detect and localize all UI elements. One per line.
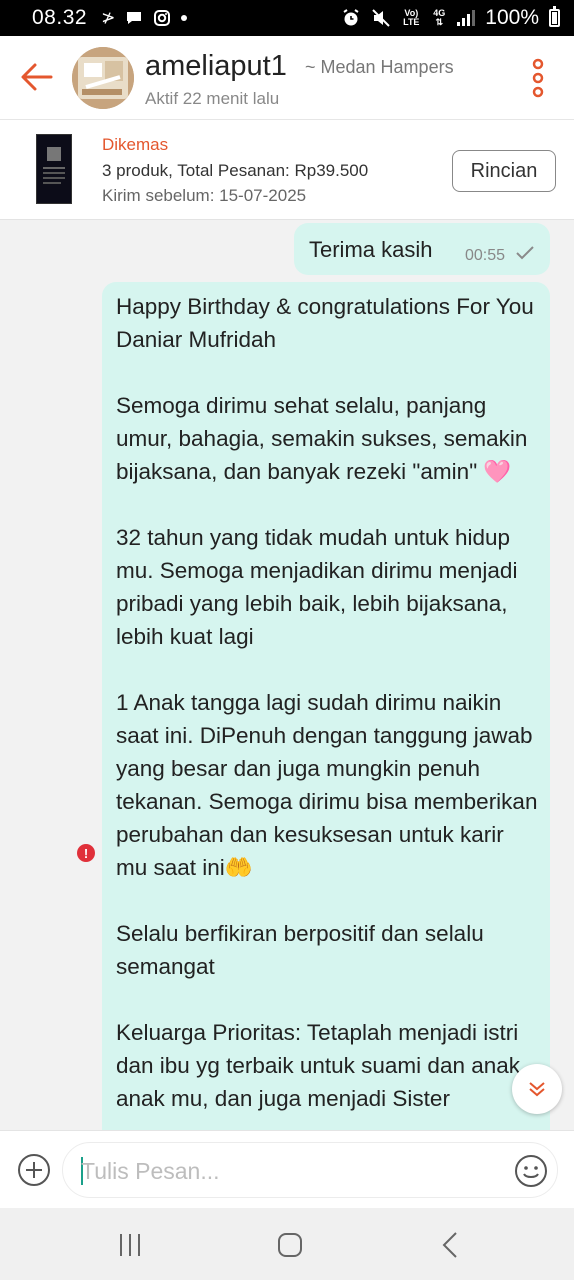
home-icon[interactable] (275, 1230, 305, 1260)
lte-indicator: Vo) LTE (401, 9, 421, 27)
shop-name[interactable]: ameliaput1 (145, 50, 287, 83)
add-attachment-icon[interactable] (16, 1152, 52, 1188)
emoji-icon[interactable] (513, 1153, 549, 1189)
mute-icon (372, 9, 390, 27)
message-time: 00:55 (465, 247, 506, 264)
product-thumbnail (36, 134, 72, 204)
details-button[interactable]: Rincian (452, 150, 556, 192)
more-options-icon[interactable] (528, 58, 548, 98)
status-bar: 08.32 ≯ Vo) LTE 4G ⇅ 100% (0, 0, 574, 36)
lte-label: Vo) LTE (403, 8, 420, 27)
notification-icons: ≯ (101, 7, 188, 28)
order-deadline: Kirim sebelum: 15-07-2025 (102, 186, 307, 205)
order-card[interactable]: Dikemas 3 produk, Total Pesanan: Rp39.50… (0, 120, 574, 220)
double-chevron-down-icon (529, 1082, 545, 1097)
chat-bubble-icon (127, 12, 142, 24)
data-transfer-icon: ≯ (101, 7, 116, 28)
system-nav-bar (0, 1208, 574, 1280)
hamper-photo-icon (72, 47, 134, 109)
status-time: 08.32 (32, 6, 88, 29)
battery-percent: 100% (485, 6, 539, 29)
signal-icon (457, 10, 476, 26)
recent-apps-icon[interactable] (115, 1230, 145, 1260)
alarm-icon (343, 9, 359, 26)
message-input-container (62, 1142, 558, 1198)
chat-header: ameliaput1 ~ Medan Hampers Aktif 22 meni… (0, 36, 574, 120)
instagram-icon (154, 10, 171, 26)
back-arrow-icon[interactable] (18, 58, 56, 96)
sent-check-icon (516, 246, 534, 260)
network-indicator: 4G ⇅ (433, 8, 446, 27)
shop-subtitle: ~ Medan Hampers (305, 57, 454, 77)
send-failed-icon[interactable]: ! (77, 844, 95, 862)
message-text: Happy Birthday & congratulations For You… (116, 294, 538, 1111)
message-bubble[interactable]: Happy Birthday & congratulations For You… (102, 282, 550, 1130)
order-status: Dikemas (102, 135, 169, 154)
message-text: Terima kasih (309, 237, 433, 262)
message-input[interactable] (81, 1151, 501, 1191)
chat-area[interactable]: Terima kasih 00:55 ! Happy Birthday & co… (0, 221, 574, 1130)
order-summary: 3 produk, Total Pesanan: Rp39.500 (102, 161, 369, 180)
last-active-status: Aktif 22 menit lalu (145, 89, 280, 108)
avatar[interactable] (72, 47, 134, 109)
message-input-bar (0, 1130, 574, 1208)
scroll-to-bottom-button[interactable] (512, 1064, 562, 1114)
battery-icon (549, 6, 560, 27)
message-bubble[interactable]: Terima kasih 00:55 (294, 223, 550, 275)
dot-icon (181, 15, 188, 21)
network-label: 4G (433, 8, 446, 18)
back-nav-icon[interactable] (436, 1230, 466, 1260)
